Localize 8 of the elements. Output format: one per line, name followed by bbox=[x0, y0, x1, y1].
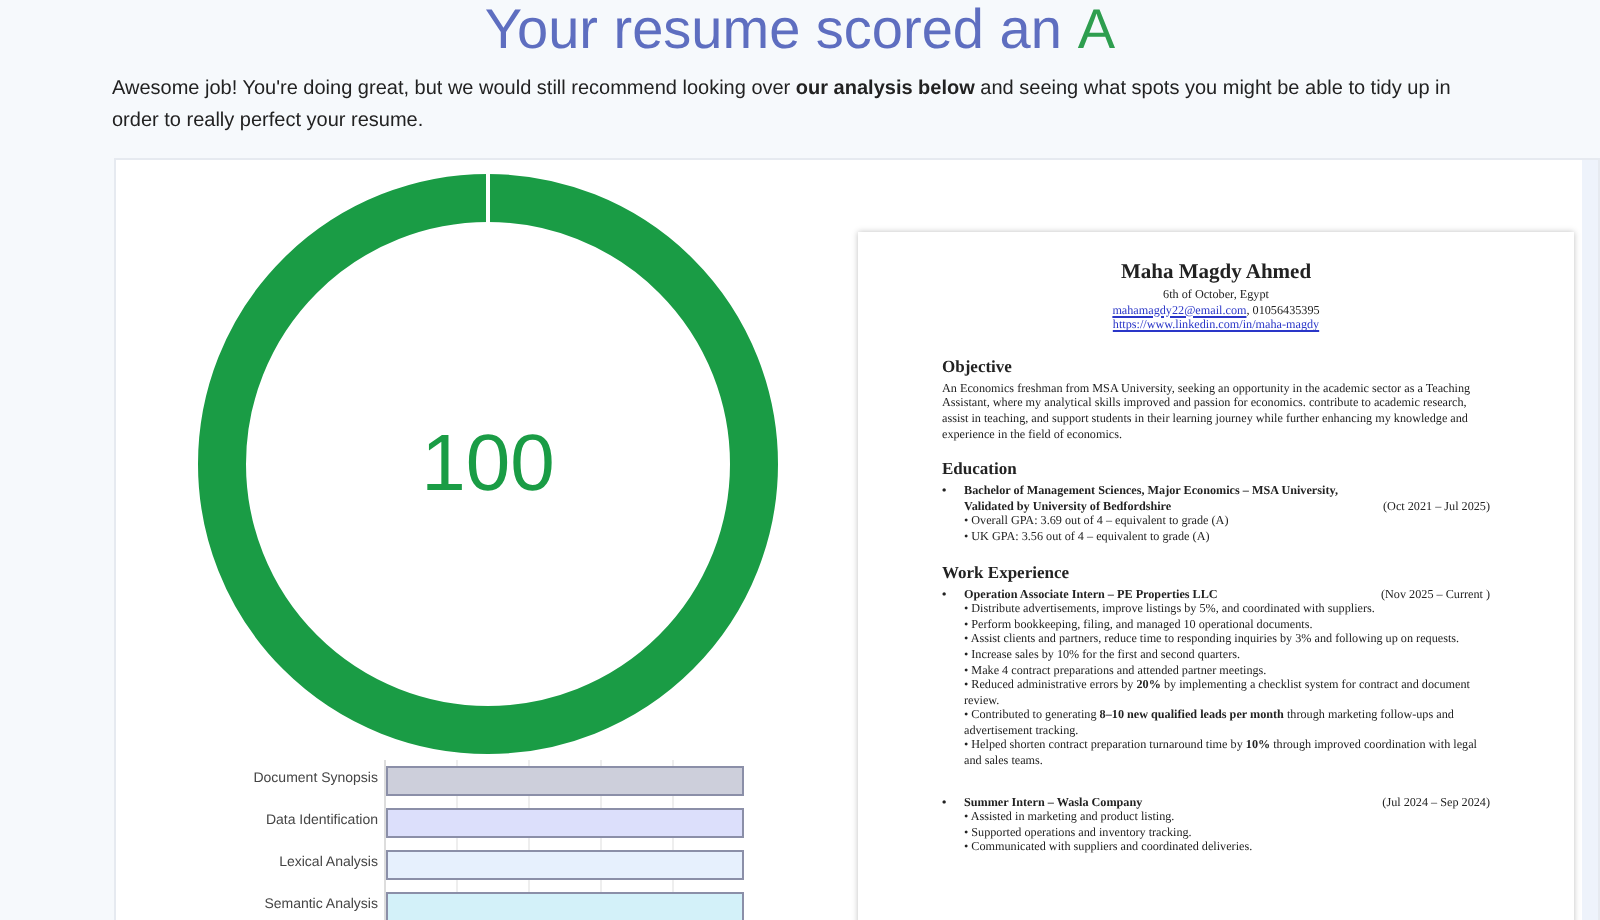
section-heading: Education bbox=[942, 458, 1019, 481]
page-title: Your resume scored an bbox=[484, 2, 1062, 58]
section-heading: Objective bbox=[942, 355, 1014, 378]
score-value: 100 bbox=[421, 418, 555, 512]
resume-name: Maha Magdy Ahmed bbox=[1120, 260, 1312, 288]
intro-text: Awesome job! You're doing great, but we would still recommend looking over our analysis below and seeing what spots you might be able to tidy up in order to really perfect your resume. bbox=[112, 76, 1453, 136]
grade-letter: A bbox=[1077, 2, 1116, 58]
section-heading: Work Experience bbox=[942, 561, 1072, 584]
